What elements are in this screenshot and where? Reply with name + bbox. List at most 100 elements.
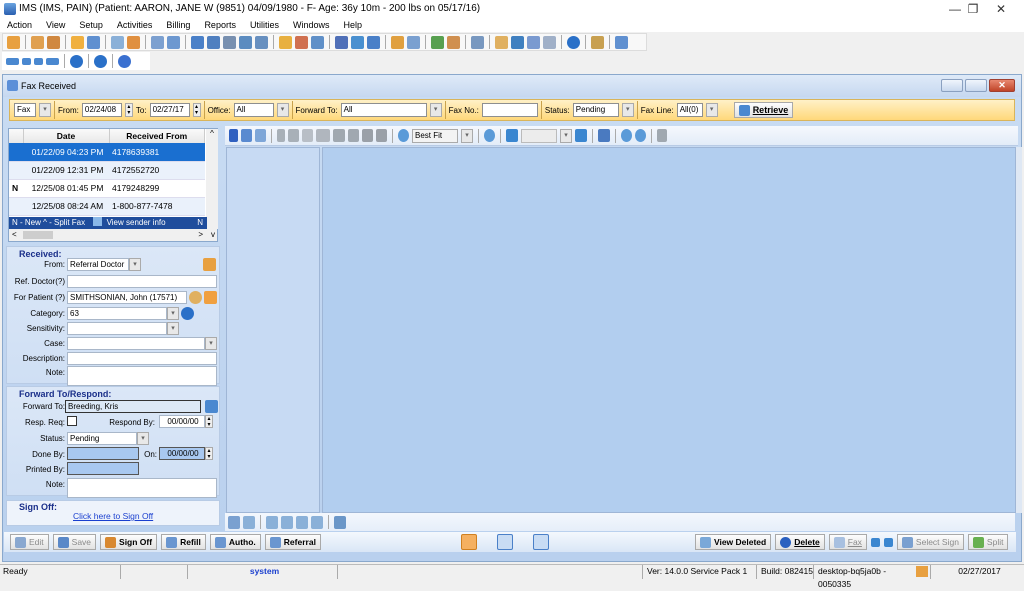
- notes-icon[interactable]: [167, 35, 180, 49]
- menu-view[interactable]: View: [39, 18, 72, 32]
- previous-page-icon[interactable]: [506, 129, 518, 142]
- claim-icon[interactable]: [239, 35, 252, 49]
- rectangle-icon[interactable]: [362, 129, 373, 142]
- zoom-level-select[interactable]: Best Fit: [412, 128, 458, 143]
- menu-help[interactable]: Help: [336, 18, 369, 32]
- send-icon[interactable]: [335, 35, 348, 49]
- chevron-down-icon[interactable]: ▾: [276, 103, 289, 117]
- chevron-down-icon[interactable]: ▾: [621, 103, 634, 117]
- last-record-icon[interactable]: [46, 57, 59, 65]
- received-note-textarea[interactable]: [67, 366, 217, 386]
- fax-no-input[interactable]: [481, 103, 538, 117]
- forward-note-textarea[interactable]: [67, 478, 217, 498]
- collection-icon[interactable]: [255, 35, 268, 49]
- fax-in-icon[interactable]: [367, 35, 380, 49]
- zoom-out-icon[interactable]: [484, 129, 495, 142]
- chevron-down-icon[interactable]: ▾: [461, 128, 473, 143]
- received-from-column-header[interactable]: Received From: [109, 129, 205, 143]
- fax-list-row[interactable]: 12/25/08 08:24 AM 1-800-877-7478: [9, 197, 205, 216]
- menu-windows[interactable]: Windows: [286, 18, 337, 32]
- actual-size-icon[interactable]: [266, 515, 278, 529]
- autho-button[interactable]: Autho.: [209, 534, 261, 550]
- report-icon[interactable]: [311, 35, 324, 49]
- next-fax-icon[interactable]: [883, 537, 893, 547]
- help-icon[interactable]: [567, 35, 580, 49]
- layout-vertical-icon[interactable]: [460, 534, 477, 550]
- previous-fax-icon[interactable]: [870, 537, 880, 547]
- patient-chart-icon[interactable]: [204, 291, 217, 304]
- done-on-input[interactable]: 00/00/00: [159, 447, 205, 460]
- patient-lookup-icon[interactable]: [189, 291, 202, 304]
- status-select[interactable]: Pending: [572, 103, 619, 117]
- chevron-down-icon[interactable]: ▾: [205, 337, 217, 350]
- statement-icon[interactable]: [223, 35, 236, 49]
- next-page-icon[interactable]: [575, 129, 587, 142]
- thumbnail-pane[interactable]: [226, 147, 320, 513]
- menu-activities[interactable]: Activities: [110, 18, 160, 32]
- forward-to-select[interactable]: All: [340, 103, 427, 117]
- pointer-icon[interactable]: [229, 129, 238, 142]
- eraser-icon[interactable]: [288, 129, 299, 142]
- analysis-icon[interactable]: [471, 35, 484, 49]
- from-date-spinner[interactable]: ▴ ▾: [124, 103, 133, 117]
- retrieve-button[interactable]: Retrieve: [733, 102, 794, 118]
- done-by-input[interactable]: [67, 447, 139, 460]
- help-icon[interactable]: [94, 54, 107, 68]
- folder-icon[interactable]: [71, 35, 84, 49]
- split-pages-icon[interactable]: [657, 129, 667, 142]
- description-input[interactable]: [67, 352, 217, 365]
- calendar-icon[interactable]: [279, 35, 292, 49]
- sign-icon[interactable]: [527, 35, 540, 49]
- sensitivity-select[interactable]: [67, 322, 167, 335]
- from-date-input[interactable]: 02/24/08: [81, 103, 122, 117]
- pan-hand-icon[interactable]: [241, 129, 252, 142]
- note-annotation-icon[interactable]: [302, 129, 313, 142]
- chevron-down-icon[interactable]: ▾: [167, 307, 179, 320]
- edit-button[interactable]: Edit: [10, 534, 49, 550]
- menu-action[interactable]: Action: [0, 18, 39, 32]
- rotate-left-icon[interactable]: [621, 129, 632, 142]
- fit-height-icon[interactable]: [296, 515, 308, 529]
- first-record-icon[interactable]: [6, 57, 19, 65]
- sign-off-link[interactable]: Click here to Sign Off: [73, 511, 153, 521]
- lock-icon[interactable]: [591, 35, 604, 49]
- billing-icon[interactable]: [191, 35, 204, 49]
- pen-icon[interactable]: [277, 129, 285, 142]
- select-sign-button[interactable]: Select Sign: [896, 534, 964, 550]
- page-select[interactable]: [521, 128, 557, 143]
- menu-billing[interactable]: Billing: [159, 18, 197, 32]
- fax-list-row[interactable]: 01/22/09 04:23 PM 4178639381: [9, 143, 205, 162]
- zoom-in-icon[interactable]: [398, 129, 409, 142]
- to-date-input[interactable]: 02/27/17: [149, 103, 190, 117]
- ref-doctor-input[interactable]: [67, 275, 217, 288]
- rotate-right-icon[interactable]: [635, 129, 646, 142]
- checklist-icon[interactable]: [407, 35, 420, 49]
- zoom-region-icon[interactable]: [255, 129, 266, 142]
- category-select[interactable]: 63: [67, 307, 167, 320]
- child-close-button[interactable]: ✕: [989, 79, 1015, 92]
- refill-icon[interactable]: [495, 35, 508, 49]
- menu-reports[interactable]: Reports: [197, 18, 243, 32]
- chevron-down-icon[interactable]: ▾: [137, 432, 149, 445]
- forward-to-input[interactable]: Breeding, Kris: [65, 400, 201, 413]
- scroll-up-icon[interactable]: ^: [206, 129, 218, 138]
- to-date-spinner[interactable]: ▴ ▾: [192, 103, 201, 117]
- fax-list-row[interactable]: N 12/25/08 01:45 PM 4179248299: [9, 179, 205, 198]
- date-column-header[interactable]: Date: [23, 129, 110, 143]
- scroll-left-icon[interactable]: <: [9, 230, 17, 239]
- case-select[interactable]: [67, 337, 205, 350]
- for-patient-input[interactable]: SMITHSONIAN, John (17571): [67, 291, 187, 304]
- chevron-down-icon[interactable]: ▾: [560, 128, 572, 143]
- menu-utilities[interactable]: Utilities: [243, 18, 286, 32]
- referral-button[interactable]: Referral: [264, 534, 321, 550]
- view-deleted-button[interactable]: View Deleted: [694, 534, 772, 550]
- fax-button[interactable]: Fax: [828, 534, 867, 550]
- stamp-icon[interactable]: [348, 129, 359, 142]
- print-icon[interactable]: [543, 35, 556, 49]
- exit-icon[interactable]: [615, 35, 628, 49]
- chevron-down-icon[interactable]: ▾: [705, 103, 718, 117]
- payment-icon[interactable]: [207, 35, 220, 49]
- resp-req-checkbox[interactable]: [67, 416, 77, 426]
- edit-note-icon[interactable]: [87, 35, 100, 49]
- chart-icon[interactable]: [431, 35, 444, 49]
